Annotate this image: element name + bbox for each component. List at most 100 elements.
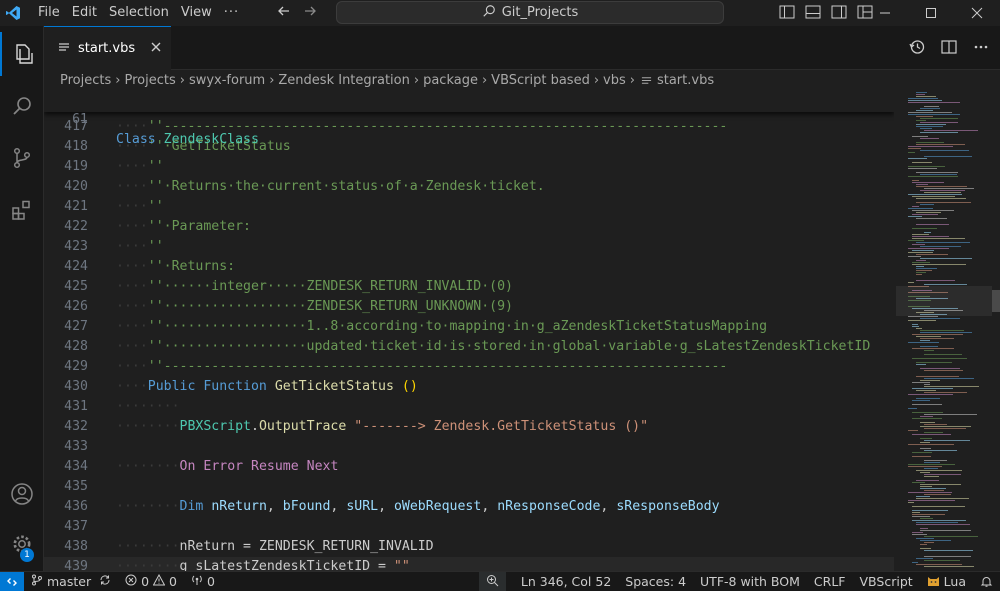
code-line[interactable]: 437 — [44, 517, 894, 537]
toggle-secondary-sidebar-icon[interactable] — [830, 3, 848, 25]
search-sidebar-icon[interactable] — [0, 84, 44, 128]
explorer-icon[interactable] — [0, 32, 44, 76]
breadcrumb-item[interactable]: VBScript based — [491, 73, 590, 88]
toggle-primary-sidebar-icon[interactable] — [778, 3, 796, 25]
timeline-history-icon[interactable] — [908, 38, 926, 60]
menu-view[interactable]: View — [175, 0, 218, 26]
problems-status[interactable]: 0 0 — [118, 572, 184, 591]
code-line[interactable]: 433 — [44, 437, 894, 457]
sticky-scroll-header[interactable]: 61 Class ZendeskClass — [44, 90, 894, 147]
code-line[interactable]: 435 — [44, 477, 894, 497]
indentation-status[interactable]: Spaces: 4 — [618, 572, 693, 591]
code-line[interactable]: 426 ····''··················ZENDESK_RETUR… — [44, 297, 894, 317]
code-line[interactable]: 432 ········PBXScript.OutputTrace "------… — [44, 417, 894, 437]
code-line[interactable]: 438 ········nReturn = ZENDESK_RETURN_INVA… — [44, 537, 894, 557]
minimap-line — [924, 392, 967, 393]
minimap-line — [920, 132, 958, 133]
code-line[interactable]: 427 ····''··················1..8·accordin… — [44, 317, 894, 337]
minimap-line — [916, 212, 941, 213]
minimap-line — [924, 474, 961, 475]
chevron-right-icon: › — [179, 72, 185, 88]
code-token: ''··················1..8·according·to·ma… — [147, 319, 768, 334]
breadcrumb-item[interactable]: package — [423, 73, 478, 88]
code-token: '' — [147, 199, 164, 214]
file-lines-icon — [641, 75, 652, 86]
code-editor[interactable]: 61 Class ZendeskClass 417 ····''---------… — [44, 90, 894, 571]
code-line[interactable]: 429 ····''-------------------------------… — [44, 357, 894, 377]
accounts-icon[interactable] — [0, 472, 44, 516]
zoom-status[interactable] — [478, 571, 506, 591]
back-arrow-icon[interactable] — [276, 3, 292, 23]
extensions-icon[interactable] — [0, 188, 44, 232]
maximize-button[interactable] — [908, 0, 954, 26]
branch-status[interactable]: master — [24, 572, 118, 591]
tab-start-vbs[interactable]: start.vbs — [44, 26, 171, 70]
vertical-scrollbar[interactable] — [992, 90, 1000, 571]
code-line[interactable]: 423 ····'' — [44, 237, 894, 257]
breadcrumb-item[interactable]: vbs — [603, 73, 626, 88]
menu-edit[interactable]: Edit — [66, 0, 103, 26]
breadcrumb-item[interactable]: Projects — [60, 73, 111, 88]
minimap[interactable] — [896, 90, 992, 571]
scrollbar-thumb[interactable] — [992, 290, 1000, 312]
code-line[interactable]: 439 ········g_sLatestZendeskTicketID = "" — [44, 557, 894, 571]
code-line[interactable]: 430 ····Public Function GetTicketStatus (… — [44, 377, 894, 397]
minimap-line — [912, 262, 930, 263]
code-line[interactable]: 425 ····''······integer·····ZENDESK_RETUR… — [44, 277, 894, 297]
tab-bar: start.vbs — [44, 26, 1000, 70]
minimap-line — [908, 342, 939, 343]
command-center-search[interactable]: Git_Projects — [336, 1, 724, 24]
close-tab-icon[interactable] — [151, 41, 161, 56]
cursor-position[interactable]: Ln 346, Col 52 — [514, 572, 618, 591]
lua-status[interactable]: Lua — [920, 572, 973, 591]
minimap-line — [920, 246, 961, 247]
code-line[interactable]: 436 ········Dim nReturn, bFound, sURL, oW… — [44, 497, 894, 517]
encoding-status[interactable]: UTF-8 with BOM — [693, 572, 807, 591]
remote-indicator-icon[interactable] — [0, 571, 24, 591]
eol-status[interactable]: CRLF — [807, 572, 853, 591]
file-lines-icon — [58, 41, 70, 57]
breadcrumb-item[interactable]: swyx-forum — [189, 73, 265, 88]
whitespace-dots: ···· — [116, 179, 148, 194]
toggle-panel-icon[interactable] — [804, 3, 822, 25]
code-line[interactable]: 434 ········On Error Resume Next — [44, 457, 894, 477]
code-line[interactable]: 419 ····'' — [44, 157, 894, 177]
manage-gear-icon[interactable]: 1 — [0, 522, 44, 566]
source-control-icon[interactable] — [0, 136, 44, 180]
menu-more[interactable]: ··· — [218, 0, 245, 26]
split-editor-icon[interactable] — [940, 38, 958, 60]
language-mode[interactable]: VBScript — [853, 572, 920, 591]
menu-file[interactable]: File — [32, 0, 66, 26]
breadcrumb-item[interactable]: Projects — [124, 73, 175, 88]
minimap-line — [912, 162, 932, 163]
minimap-line — [920, 486, 932, 487]
menu-selection[interactable]: Selection — [103, 0, 175, 26]
code-line[interactable]: 424 ····''·Returns: — [44, 257, 894, 277]
code-line[interactable]: 421 ····'' — [44, 197, 894, 217]
forward-arrow-icon[interactable] — [302, 3, 318, 23]
minimap-line — [920, 518, 933, 519]
settings-update-badge: 1 — [20, 548, 34, 562]
notifications-bell-icon[interactable] — [973, 572, 1000, 591]
code-token: Next — [306, 459, 339, 474]
sync-icon[interactable] — [99, 574, 111, 589]
code-token: Dim — [179, 499, 204, 514]
minimap-line — [920, 258, 972, 259]
code-text: ········On Error Resume Next — [116, 457, 338, 477]
code-line[interactable]: 428 ····''··················updated·ticke… — [44, 337, 894, 357]
ports-status[interactable]: 0 — [184, 572, 222, 591]
line-number: 425 — [64, 279, 88, 294]
minimap-line — [920, 108, 940, 109]
code-line[interactable]: 431 ········ — [44, 397, 894, 417]
breadcrumb-file[interactable]: start.vbs — [657, 73, 714, 88]
minimize-button[interactable] — [862, 0, 908, 26]
close-window-button[interactable] — [954, 0, 1000, 26]
line-number: 61 — [72, 112, 88, 127]
code-line[interactable]: 420 ····''·Returns·the·current·status·of·… — [44, 177, 894, 197]
code-line[interactable]: 422 ····''·Parameter: — [44, 217, 894, 237]
minimap-line — [908, 464, 955, 465]
breadcrumb-item[interactable]: Zendesk Integration — [278, 73, 409, 88]
minimap-line — [920, 472, 930, 473]
more-actions-icon[interactable] — [972, 38, 990, 60]
minimap-line — [908, 500, 955, 501]
